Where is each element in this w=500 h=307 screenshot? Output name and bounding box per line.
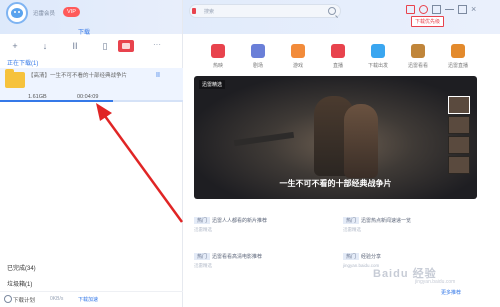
search-box[interactable]: 搜索 — [189, 4, 341, 18]
pause-button[interactable]: II — [60, 38, 90, 54]
skin-icon[interactable] — [432, 5, 441, 14]
minimize-icon[interactable] — [445, 9, 454, 10]
app-shortcut[interactable]: 游戏 — [283, 44, 313, 69]
news-item[interactable]: 热门 迅雷热点新闻速递一览 迅雷精选 — [343, 217, 473, 233]
news-badge: 热门 — [343, 217, 360, 224]
app-label: 迅雷直播 — [447, 63, 468, 69]
username[interactable]: 迅雷会员 — [33, 9, 55, 17]
app-label: 迅雷看看 — [407, 63, 428, 69]
user-header: 迅雷会员 VIP 下载 — [0, 0, 182, 36]
news-badge: 热门 — [194, 253, 211, 260]
search-input[interactable]: 搜索 — [204, 8, 214, 15]
news-badge: 热门 — [194, 217, 211, 224]
app-icon — [451, 44, 465, 58]
clock-icon — [4, 295, 12, 303]
search-icon[interactable] — [328, 7, 336, 15]
banner-tag: 迅雷精选 — [199, 80, 226, 89]
news-title[interactable]: 迅雷看看高清电影推荐 — [212, 254, 262, 260]
delete-button[interactable]: ▯ — [90, 38, 120, 54]
task-name: 【高清】一生不可不看的十部经典战争片 — [28, 73, 128, 79]
watermark-sub: jingyan.baidu.com — [415, 279, 456, 285]
app-shortcut[interactable]: 迅雷直播 — [443, 44, 473, 69]
download-panel: 迅雷会员 VIP 下载 + ↓ II ▯ ··· 正在下载(1) 【高清】一生不… — [0, 0, 183, 307]
download-button[interactable]: ↓ — [30, 38, 60, 54]
new-task-button[interactable]: + — [0, 38, 30, 54]
speed-indicator: 0KB/s — [50, 296, 64, 302]
news-source: 迅雷精选 — [194, 263, 212, 268]
banner-headline: 一生不可不看的十部经典战争片 — [279, 179, 392, 188]
app-label: 热映 — [212, 63, 223, 69]
download-toolbar: + ↓ II ▯ ··· — [0, 38, 183, 54]
featured-banner[interactable]: 迅雷精选 一生不可不看的十部经典战争片 — [194, 76, 477, 199]
app-label: 游戏 — [292, 63, 303, 69]
banner-art — [233, 131, 295, 147]
tooltip: 下载优先级 — [411, 16, 445, 27]
app-shortcut[interactable]: 剧场 — [243, 44, 273, 69]
app-shortcut[interactable]: 直播 — [323, 44, 353, 69]
app-icon — [371, 44, 385, 58]
app-icon — [251, 44, 265, 58]
task-progress-fill — [0, 100, 114, 102]
maximize-icon[interactable] — [458, 5, 467, 14]
app-icon — [411, 44, 425, 58]
trash-section[interactable]: 垃圾箱(1) — [7, 279, 32, 288]
news-title[interactable]: 迅雷热点新闻速递一览 — [361, 218, 411, 224]
banner-thumbnails — [448, 96, 470, 176]
more-link[interactable]: 更多推荐 — [441, 289, 461, 296]
app-shortcut[interactable]: 下载出发 — [363, 44, 393, 69]
app-icon — [331, 44, 345, 58]
app-label: 直播 — [332, 63, 343, 69]
task-progress-bar — [0, 100, 183, 102]
banner-thumbnail[interactable] — [448, 156, 470, 174]
gift-icon[interactable] — [118, 40, 134, 52]
app-label: 下载出发 — [367, 63, 388, 69]
downloading-section-title[interactable]: 正在下载(1) — [7, 58, 38, 67]
news-title[interactable]: 经验分享 — [361, 254, 381, 260]
news-badge: 热门 — [343, 253, 360, 260]
download-plan-button[interactable]: 下载计划 — [13, 296, 35, 304]
left-footer: 下载计划 0KB/s 下载加速 — [0, 291, 183, 307]
app-shortcut[interactable]: 迅雷看看 — [403, 44, 433, 69]
search-tag-icon — [192, 8, 196, 14]
download-task-row[interactable]: 【高清】一生不可不看的十部经典战争片 II 1.61GB 00:04:09 — [0, 68, 183, 102]
task-pause-button[interactable]: II — [156, 72, 160, 79]
app-shortcuts: 热映 剧场 游戏 直播 下载出发 迅雷看看 迅雷直播 — [203, 44, 473, 76]
vip-badge[interactable]: VIP — [63, 7, 80, 17]
news-source: 迅雷精选 — [194, 227, 212, 232]
banner-thumbnail[interactable] — [448, 96, 470, 114]
news-title[interactable]: 迅雷人人都看的新片推荐 — [212, 218, 267, 224]
notification-icon[interactable] — [419, 5, 428, 14]
app-shortcut[interactable]: 热映 — [203, 44, 233, 69]
app-icon — [211, 44, 225, 58]
accelerate-link[interactable]: 下载加速 — [78, 296, 98, 303]
content-panel: 搜索 × 下载优先级 热映 剧场 游戏 直播 下载出发 迅雷看看 迅雷直播 迅雷… — [183, 0, 500, 307]
more-icon[interactable]: ··· — [150, 38, 164, 54]
folder-icon — [5, 69, 25, 88]
news-source: 迅雷精选 — [343, 227, 361, 232]
app-label: 剧场 — [252, 63, 263, 69]
banner-art — [344, 104, 378, 178]
news-item[interactable]: 热门 迅雷看看高清电影推荐 迅雷精选 — [194, 253, 324, 269]
avatar[interactable] — [6, 2, 28, 24]
completed-section[interactable]: 已完成(34) — [7, 263, 36, 272]
mascot-icon — [11, 8, 23, 18]
top-bar: 搜索 × 下载优先级 — [183, 0, 500, 34]
close-icon[interactable]: × — [471, 5, 480, 14]
news-item[interactable]: 热门 迅雷人人都看的新片推荐 迅雷精选 — [194, 217, 324, 233]
app-icon — [291, 44, 305, 58]
banner-thumbnail[interactable] — [448, 116, 470, 134]
gift-box-icon[interactable] — [406, 5, 415, 14]
panel-title: 下载 — [78, 30, 91, 36]
banner-thumbnail[interactable] — [448, 136, 470, 154]
